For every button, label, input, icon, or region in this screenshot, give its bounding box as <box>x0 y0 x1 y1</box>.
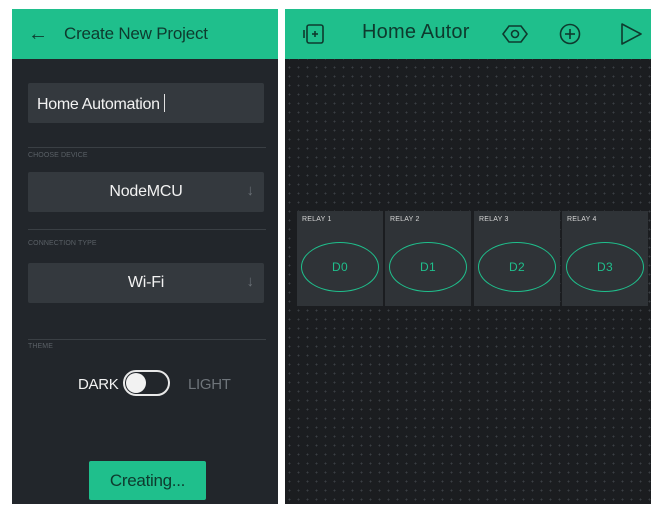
section-divider <box>28 147 266 148</box>
project-name-input[interactable]: Home Automation <box>28 83 264 123</box>
choose-device-label: CHOOSE DEVICE <box>28 152 88 159</box>
widget-box-icon[interactable] <box>302 22 328 46</box>
relay-button-d2[interactable]: D2 <box>478 242 556 292</box>
relay-button-d0[interactable]: D0 <box>301 242 379 292</box>
theme-light-label: LIGHT <box>188 376 231 393</box>
connection-type-label: CONNECTION TYPE <box>28 240 97 247</box>
relay-widget[interactable]: RELAY 1 D0 <box>297 211 383 306</box>
play-icon[interactable] <box>618 22 644 46</box>
settings-hexagon-icon[interactable] <box>502 22 528 46</box>
project-dashboard: Home Autor RELAY 1 D0 RELAY 2 D1 RELAY 3… <box>285 9 651 504</box>
connection-type-value: Wi-Fi <box>127 274 165 291</box>
relay-button-d1[interactable]: D1 <box>389 242 467 292</box>
relay-label: RELAY 4 <box>567 216 597 223</box>
device-select-value: NodeMCU <box>109 183 183 200</box>
relay-widget[interactable]: RELAY 3 D2 <box>474 211 560 306</box>
page-title: Create New Project <box>64 24 208 43</box>
text-caret <box>163 94 165 112</box>
theme-dark-label: DARK <box>78 376 119 393</box>
arrow-down-icon: ↓ <box>246 182 255 199</box>
relay-label: RELAY 1 <box>302 216 332 223</box>
relay-label: RELAY 3 <box>479 216 509 223</box>
back-arrow-icon[interactable]: ← <box>12 9 64 59</box>
theme-toggle[interactable] <box>123 370 170 396</box>
theme-switch-row: DARK LIGHT <box>12 369 278 399</box>
create-project-button[interactable]: Creating... <box>89 461 206 500</box>
project-title: Home Autor <box>362 21 470 43</box>
section-divider <box>28 229 266 230</box>
project-name-value[interactable]: Home Automation <box>37 94 165 114</box>
relay-widget[interactable]: RELAY 4 D3 <box>562 211 648 306</box>
create-project-header: ← Create New Project <box>12 9 278 59</box>
create-project-screen: ← Create New Project Home Automation CHO… <box>12 9 278 504</box>
device-select[interactable]: NodeMCU ↓ <box>28 172 264 212</box>
relay-widget[interactable]: RELAY 2 D1 <box>385 211 471 306</box>
toggle-knob <box>126 373 146 393</box>
theme-label: THEME <box>28 343 53 350</box>
dashboard-header: Home Autor <box>285 9 651 59</box>
relay-label: RELAY 2 <box>390 216 420 223</box>
add-widget-icon[interactable] <box>557 22 583 46</box>
connection-type-select[interactable]: Wi-Fi ↓ <box>28 263 264 303</box>
section-divider <box>28 339 266 340</box>
relay-button-d3[interactable]: D3 <box>566 242 644 292</box>
arrow-down-icon: ↓ <box>246 273 255 290</box>
